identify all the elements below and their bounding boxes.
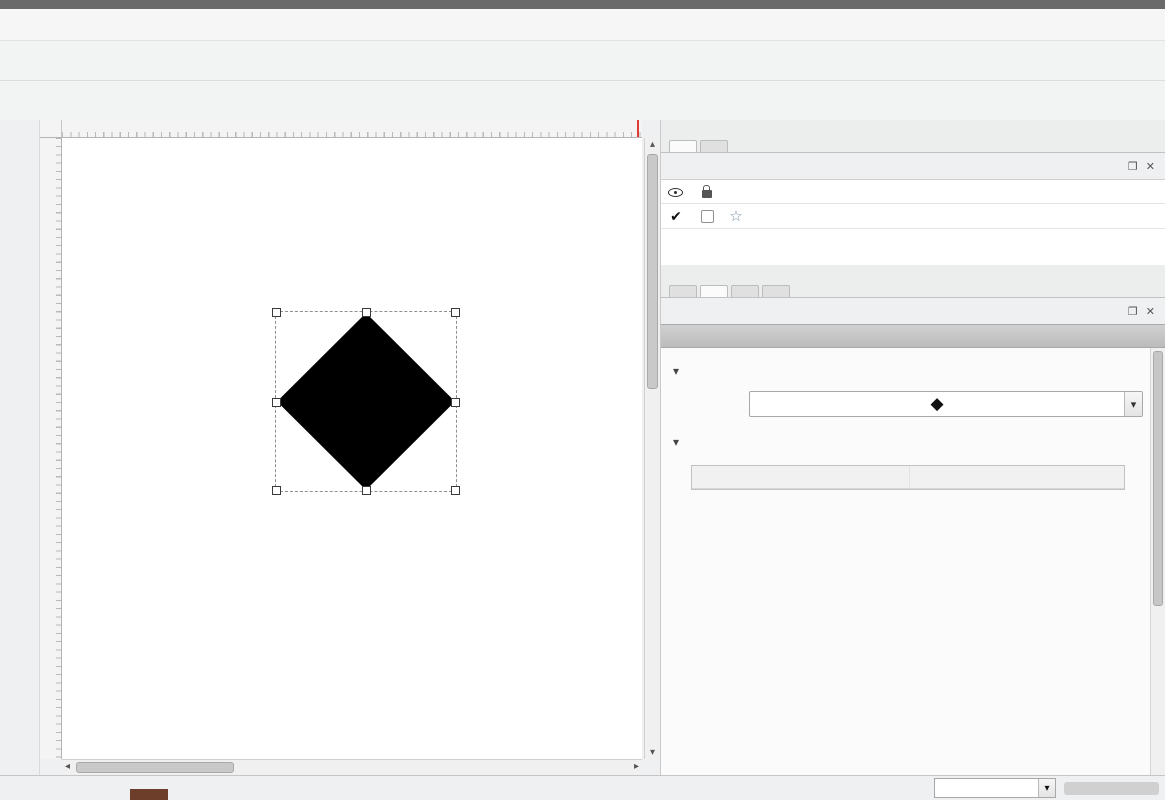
scroll-left-icon[interactable]: ◂	[65, 761, 70, 772]
toolbar-main	[0, 41, 1165, 81]
toolbar-zoom	[0, 81, 1165, 121]
main-area: ▴ ▾ ◂ ▸ ❐ ✕	[0, 120, 1165, 775]
symbol-combo[interactable]: ◆ ▾	[749, 391, 1143, 417]
scroll-right-icon[interactable]: ▸	[634, 761, 639, 772]
marker-item-icon: ☆	[723, 207, 749, 225]
tab-items[interactable]	[669, 140, 697, 152]
horizontal-scrollbar-thumb[interactable]	[76, 762, 234, 773]
visibility-column-eye-icon	[668, 185, 684, 199]
item-type-header	[661, 324, 1165, 348]
left-toolbar	[0, 120, 40, 775]
item-row-marker[interactable]: ✔ ☆	[661, 204, 1165, 228]
resize-handle[interactable]	[272, 308, 281, 317]
edge-indicator	[1159, 437, 1165, 481]
lock-checkbox[interactable]	[701, 210, 714, 223]
window-titlebar	[0, 0, 1165, 9]
layout-designer-window: ▴ ▾ ◂ ▸ ❐ ✕	[0, 0, 1165, 800]
chevron-down-icon: ▾	[673, 435, 687, 449]
resize-handle[interactable]	[362, 308, 371, 317]
symbol-row: ◆ ▾	[691, 391, 1149, 417]
zoom-slider-fill	[1064, 782, 1159, 795]
symbol-preview-diamond: ◆	[750, 394, 1124, 414]
item-properties-panel-title: ❐ ✕	[661, 298, 1165, 324]
resize-handle[interactable]	[272, 398, 281, 407]
variables-table-header	[692, 466, 1124, 489]
tab-layout[interactable]	[669, 285, 697, 297]
v-ruler-ticks	[56, 138, 61, 759]
canvas-vertical-scrollbar[interactable]: ▴ ▾	[644, 138, 660, 759]
section-main-properties[interactable]: ▾	[673, 360, 1149, 381]
properties-scrollbar[interactable]	[1150, 348, 1165, 775]
lock-column-lock-icon	[702, 190, 712, 198]
scroll-down-icon[interactable]: ▾	[645, 747, 660, 758]
v-ruler	[40, 138, 62, 759]
h-ruler	[62, 120, 642, 138]
panel-tabs-bottom	[661, 265, 1165, 298]
items-panel-title: ❐ ✕	[661, 153, 1165, 179]
tab-undo-history[interactable]	[700, 140, 728, 152]
resize-handle[interactable]	[451, 486, 460, 495]
statusbar: ▾	[0, 775, 1165, 800]
variable-column-header	[692, 466, 910, 488]
section-variables[interactable]: ▾	[673, 431, 1149, 452]
resize-handle[interactable]	[451, 308, 460, 317]
right-panel: ❐ ✕ ✔ ☆	[660, 120, 1165, 775]
tab-guides[interactable]	[731, 285, 759, 297]
ruler-corner	[40, 120, 62, 138]
variables-table	[691, 465, 1125, 490]
chevron-down-icon[interactable]: ▾	[1038, 779, 1055, 797]
panel-tabs-top	[661, 120, 1165, 153]
tab-item-properties[interactable]	[700, 285, 728, 297]
chevron-down-icon: ▾	[673, 364, 687, 378]
layout-canvas: ▴ ▾ ◂ ▸	[40, 120, 660, 775]
items-table-header	[661, 180, 1165, 204]
zoom-level-combo[interactable]: ▾	[934, 778, 1056, 798]
resize-handle[interactable]	[272, 486, 281, 495]
canvas-horizontal-scrollbar[interactable]: ◂ ▸	[62, 759, 642, 775]
value-column-header	[910, 466, 1124, 488]
float-panel-icon[interactable]: ❐	[1128, 160, 1138, 173]
tab-atlas[interactable]	[762, 285, 790, 297]
item-properties-content: ▾ ◆ ▾ ▾	[661, 348, 1165, 775]
vertical-scrollbar-thumb[interactable]	[647, 154, 658, 389]
chevron-down-icon[interactable]: ▾	[1124, 392, 1142, 416]
visibility-checkbox[interactable]: ✔	[661, 208, 691, 225]
close-panel-icon[interactable]: ✕	[1146, 160, 1155, 173]
close-panel-icon[interactable]: ✕	[1146, 305, 1155, 318]
ruler-position-indicator	[637, 120, 639, 137]
menubar	[0, 9, 1165, 41]
scroll-up-icon[interactable]: ▴	[645, 139, 660, 150]
float-panel-icon[interactable]: ❐	[1128, 305, 1138, 318]
h-ruler-ticks	[62, 132, 642, 137]
resize-handle[interactable]	[451, 398, 460, 407]
zoom-slider[interactable]	[1064, 782, 1159, 795]
items-table: ✔ ☆	[661, 179, 1165, 229]
layout-page[interactable]	[62, 138, 642, 759]
resize-handle[interactable]	[362, 486, 371, 495]
background-window-fragment	[130, 789, 168, 800]
selection-box[interactable]	[275, 311, 457, 492]
items-panel-filler	[661, 229, 1165, 265]
